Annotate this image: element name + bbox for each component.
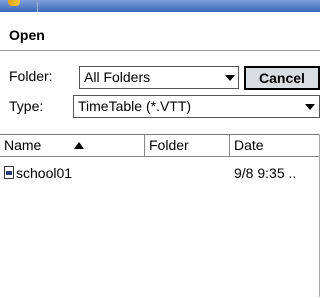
type-value: TimeTable (*.VTT) — [78, 98, 192, 114]
timetable-file-icon — [4, 166, 14, 179]
folder-dropdown[interactable]: All Folders — [79, 66, 239, 89]
column-header-date[interactable]: Date — [230, 135, 320, 157]
cancel-button[interactable]: Cancel — [244, 66, 320, 90]
type-dropdown[interactable]: TimeTable (*.VTT) — [73, 95, 320, 118]
taskbar — [0, 0, 320, 12]
chevron-down-icon[interactable] — [225, 75, 235, 81]
file-name: school01 — [16, 165, 73, 181]
folder-label: Folder: — [9, 68, 53, 84]
taskbar-separator — [37, 2, 38, 12]
column-header-name-label: Name — [4, 137, 42, 153]
sort-ascending-icon — [74, 142, 84, 149]
column-header-folder[interactable]: Folder — [145, 135, 230, 157]
cancel-button-label: Cancel — [259, 70, 305, 86]
column-header-date-label: Date — [234, 137, 264, 153]
column-header-name[interactable]: Name — [0, 135, 145, 157]
list-item[interactable]: school01 9/8 9:35 .. — [0, 164, 320, 184]
type-label: Type: — [9, 98, 44, 114]
folder-value: All Folders — [84, 69, 151, 85]
dialog-title: Open — [9, 27, 45, 43]
chevron-down-icon[interactable] — [305, 104, 315, 110]
file-date: 9/8 9:35 .. — [234, 165, 297, 181]
start-flag-icon[interactable] — [8, 0, 20, 6]
column-header-folder-label: Folder — [149, 137, 189, 153]
dialog-header: Open — [0, 12, 320, 51]
file-list[interactable]: Name Folder Date school01 9/8 9:35 .. — [0, 134, 320, 298]
